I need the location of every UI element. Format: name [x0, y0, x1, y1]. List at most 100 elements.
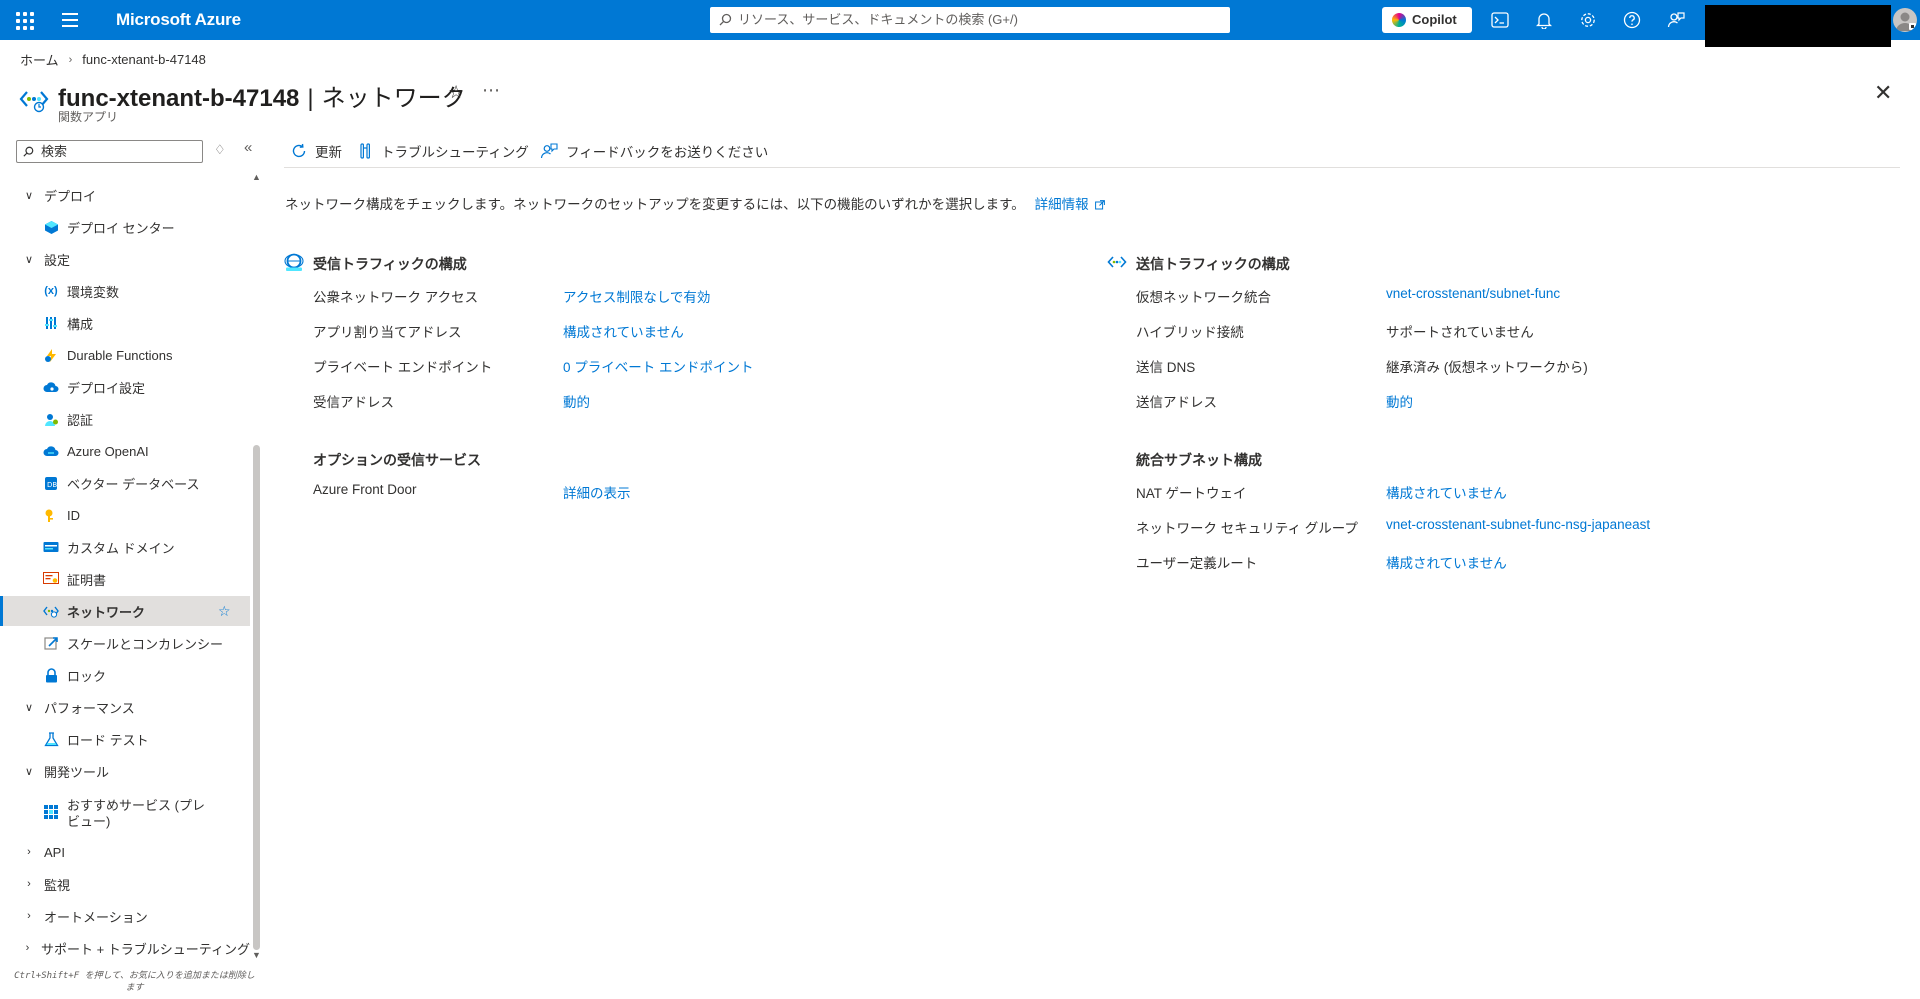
front-door-details-link[interactable]: 詳細の表示	[563, 482, 631, 502]
optional-inbound-row-label: Azure Front Door	[313, 482, 417, 497]
sidebar-item-certificates[interactable]: 証明書	[0, 564, 250, 594]
sidebar-group-performance[interactable]: ∨ パフォーマンス	[0, 692, 250, 722]
sidebar-item-networking[interactable]: ネットワーク ☆	[0, 596, 250, 626]
refresh-label: 更新	[315, 145, 342, 160]
environment-variables-icon: (x)	[44, 285, 58, 297]
page-title: func-xtenant-b-47148 | ネットワーク	[58, 78, 466, 113]
chevron-right-icon: ›	[25, 942, 30, 954]
user-defined-routes-link[interactable]: 構成されていません	[1386, 552, 1507, 572]
sidebar-item-label: Durable Functions	[67, 347, 173, 363]
sort-toggle-icon[interactable]: ♢	[214, 142, 226, 158]
favorite-star-icon[interactable]: ☆	[218, 603, 231, 620]
vnet-integration-link[interactable]: vnet-crosstenant/subnet-func	[1386, 286, 1560, 301]
sidebar-group-support[interactable]: › サポート + トラブルシューティング	[0, 933, 250, 963]
breadcrumb-resource[interactable]: func-xtenant-b-47148	[82, 52, 206, 67]
scroll-up-arrow-icon[interactable]: ▲	[252, 172, 261, 182]
sidebar-item-deploy-center[interactable]: デプロイ センター	[0, 212, 250, 242]
inbound-row-label: 公衆ネットワーク アクセス	[313, 290, 479, 305]
avatar[interactable]	[1893, 8, 1917, 32]
troubleshoot-button[interactable]: トラブルシューティング	[359, 141, 529, 161]
refresh-button[interactable]: 更新	[291, 141, 342, 161]
sidebar-item-authentication[interactable]: 認証	[0, 404, 250, 434]
sidebar-item-label: ベクター データベース	[67, 476, 200, 492]
svg-text:DB: DB	[47, 481, 57, 489]
inbound-row-label: プライベート エンドポイント	[313, 360, 493, 375]
sidebar-item-scale[interactable]: スケールとコンカレンシー	[0, 628, 250, 658]
nsg-link[interactable]: vnet-crosstenant-subnet-func-nsg-japanea…	[1386, 517, 1650, 532]
public-network-access-link[interactable]: アクセス制限なしで有効	[563, 286, 710, 306]
sidebar-search-placeholder: 検索	[41, 144, 68, 159]
sidebar-group-automation[interactable]: › オートメーション	[0, 901, 250, 931]
sidebar-search-input[interactable]: 検索	[16, 140, 203, 163]
sidebar-item-environment-variables[interactable]: (x) 環境変数	[0, 276, 250, 306]
favorite-star-icon[interactable]: ☆	[448, 82, 464, 103]
copilot-icon	[1392, 13, 1406, 27]
copilot-button[interactable]: Copilot	[1382, 7, 1472, 33]
sidebar-item-custom-domain[interactable]: カスタム ドメイン	[0, 532, 250, 562]
notifications-bell-icon[interactable]	[1533, 9, 1555, 31]
optional-inbound-section-title: オプションの受信サービス	[313, 452, 481, 468]
sidebar-item-configuration[interactable]: 構成	[0, 308, 250, 338]
sidebar-item-durable-functions[interactable]: Durable Functions	[0, 340, 250, 370]
help-icon[interactable]	[1621, 9, 1643, 31]
sidebar-group-dev-tools[interactable]: ∨ 開発ツール	[0, 756, 250, 786]
sidebar-item-label: デプロイ	[44, 188, 97, 204]
learn-more-link[interactable]: 詳細情報	[1035, 197, 1105, 212]
global-search-input[interactable]: リソース、サービス、ドキュメントの検索 (G+/)	[710, 7, 1230, 33]
identity-icon	[43, 507, 59, 523]
scale-icon	[43, 635, 59, 651]
resource-menu: ∨ デプロイ デプロイ センター ∨ 設定 (x) 環境変数 構成 Durabl…	[0, 175, 252, 965]
networking-icon	[43, 603, 59, 619]
portal-menu-icon[interactable]	[62, 13, 80, 27]
sidebar-item-deployment-settings[interactable]: デプロイ設定	[0, 372, 250, 402]
account-redacted-block[interactable]	[1705, 5, 1891, 47]
more-options-icon[interactable]: ⋯	[482, 80, 501, 101]
sidebar-item-load-test[interactable]: ロード テスト	[0, 724, 250, 754]
page-title-blade: ネットワーク	[321, 85, 466, 112]
settings-gear-icon[interactable]	[1577, 9, 1599, 31]
sidebar-group-api[interactable]: › API	[0, 837, 250, 867]
app-launcher-icon[interactable]	[14, 10, 34, 30]
chevron-right-icon: ›	[27, 910, 31, 922]
outbound-dns-value: 継承済み (仮想ネットワークから)	[1386, 360, 1588, 375]
inbound-address-link[interactable]: 動的	[563, 391, 590, 411]
outbound-address-link[interactable]: 動的	[1386, 391, 1413, 411]
feedback-person-icon	[540, 143, 558, 159]
troubleshoot-label: トラブルシューティング	[381, 145, 529, 160]
favorites-hint: Ctrl+Shift+F を押して、お気に入りを追加または削除します	[14, 971, 255, 993]
inbound-row-label: アプリ割り当てアドレス	[313, 325, 462, 340]
sidebar-item-identity[interactable]: ID	[0, 500, 250, 530]
outbound-section-title: 送信トラフィックの構成	[1136, 256, 1290, 272]
brand-logo[interactable]: Microsoft Azure	[116, 10, 241, 30]
nat-gateway-link[interactable]: 構成されていません	[1386, 482, 1507, 502]
sidebar-scrollbar-thumb[interactable]	[253, 445, 260, 950]
outbound-row-label: ハイブリッド接続	[1136, 325, 1244, 340]
vector-database-icon: DB	[43, 475, 59, 491]
sidebar-item-label: 監視	[44, 877, 71, 893]
custom-domain-icon	[43, 539, 59, 555]
sidebar-group-monitoring[interactable]: › 監視	[0, 869, 250, 899]
collapse-sidebar-icon[interactable]: «	[244, 139, 252, 156]
private-endpoints-link[interactable]: 0 プライベート エンドポイント	[563, 356, 754, 376]
scroll-down-arrow-icon[interactable]: ▼	[252, 950, 261, 960]
sidebar-item-azure-openai[interactable]: Azure OpenAI	[0, 436, 250, 466]
sidebar-item-label: ネットワーク	[67, 604, 146, 620]
sidebar-group-deploy[interactable]: ∨ デプロイ	[0, 180, 250, 210]
sidebar-item-vector-database[interactable]: DB ベクター データベース	[0, 468, 250, 498]
feedback-button[interactable]: フィードバックをお送りください	[540, 141, 768, 161]
cloud-shell-icon[interactable]	[1489, 9, 1511, 31]
intro-description: ネットワーク構成をチェックします。ネットワークのセットアップを変更するには、以下…	[285, 197, 1025, 212]
sidebar-item-label: カスタム ドメイン	[67, 540, 175, 556]
app-assigned-address-link[interactable]: 構成されていません	[563, 321, 684, 341]
search-icon	[719, 13, 732, 26]
feedback-person-icon[interactable]	[1665, 9, 1687, 31]
sidebar-group-settings[interactable]: ∨ 設定	[0, 244, 250, 274]
sidebar-item-label: ID	[67, 507, 80, 523]
sidebar-item-recommended-services[interactable]: おすすめサービス (プレビュー)	[0, 794, 210, 834]
deployment-settings-icon	[43, 379, 59, 395]
sidebar-item-lock[interactable]: ロック	[0, 660, 250, 690]
sidebar-item-label: 証明書	[67, 572, 107, 588]
copilot-label: Copilot	[1412, 12, 1457, 27]
close-icon[interactable]: ✕	[1874, 80, 1892, 106]
breadcrumb-home[interactable]: ホーム	[20, 50, 59, 69]
